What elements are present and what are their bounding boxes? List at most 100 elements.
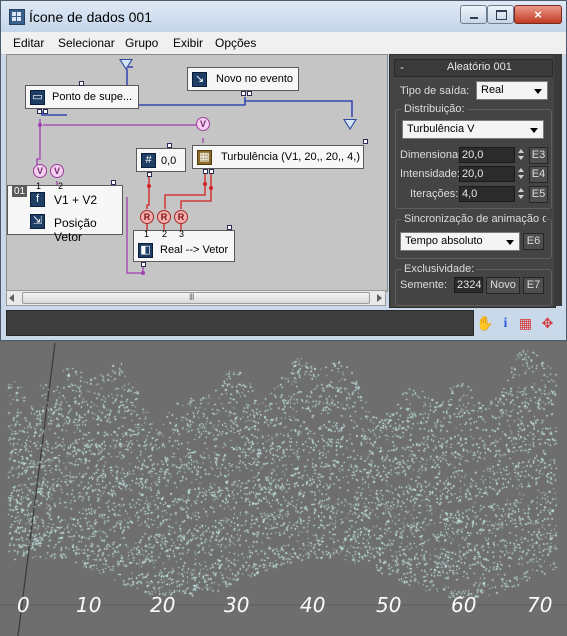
distribution-value: Turbulência V	[407, 123, 475, 135]
move-icon[interactable]: ✥	[540, 316, 555, 331]
close-button[interactable]: ×	[514, 5, 562, 24]
maximize-button[interactable]	[487, 5, 514, 24]
r-input-icon[interactable]: R	[157, 210, 171, 224]
axis-label: 70	[527, 593, 553, 617]
junction-dot	[203, 182, 207, 186]
node-turbulencia[interactable]: ▦ Turbulência (V1, 20,, 20,, 4,)	[192, 145, 364, 169]
node-v1-v2[interactable]: 01 1 2 f V1 + V2 ⇲ Posição Vetor	[7, 181, 123, 244]
node-label: Turbulência (V1, 20,, 20,, 4,)	[221, 151, 360, 163]
schematic-view[interactable]: ▭ Ponto de supe... ↘ Novo no evento V # …	[6, 54, 388, 292]
function-icon: f	[30, 192, 45, 207]
seed-input[interactable]: 2324	[454, 277, 483, 293]
v-input-icon[interactable]: V	[33, 164, 47, 178]
e4-button[interactable]: E4	[529, 166, 548, 183]
purple-wire	[43, 121, 204, 126]
junction-dot	[147, 184, 151, 188]
menu-exibir[interactable]: Exibir	[173, 36, 203, 50]
axis-label: 40	[300, 593, 326, 617]
e7-button[interactable]: E7	[523, 277, 544, 294]
menu-editar[interactable]: Editar	[13, 36, 44, 50]
seed-label: Semente:	[400, 279, 448, 291]
output-port[interactable]	[147, 172, 152, 177]
input-port[interactable]	[111, 180, 116, 185]
grid-icon[interactable]: ▦	[518, 316, 533, 331]
iterations-input[interactable]: 4,0	[459, 186, 515, 202]
horizontal-scrollbar[interactable]	[6, 290, 386, 306]
output-port[interactable]	[203, 169, 208, 174]
red-wire	[164, 169, 206, 209]
r-input-icon[interactable]: R	[140, 210, 154, 224]
status-bar	[6, 310, 474, 336]
v-input-icon[interactable]: V	[50, 164, 64, 178]
scale-spinner-icon[interactable]	[517, 147, 526, 163]
node-novo-evento[interactable]: ↘ Novo no evento	[187, 67, 299, 91]
hand-icon[interactable]: ✋	[476, 316, 493, 331]
menu-selecionar[interactable]: Selecionar	[58, 36, 115, 50]
input-port[interactable]	[79, 81, 84, 86]
collapse-icon[interactable]: -	[400, 60, 404, 74]
app-icon	[9, 9, 25, 25]
row-number: 01	[12, 186, 28, 197]
output-port[interactable]	[43, 109, 48, 114]
node-constant[interactable]: # 0,0	[136, 148, 186, 172]
e6-button[interactable]: E6	[523, 233, 544, 250]
node-label: V1 + V2	[54, 193, 98, 207]
minimize-button[interactable]	[460, 5, 487, 24]
axis-label: 30	[224, 593, 250, 617]
output-port[interactable]	[247, 91, 252, 96]
properties-panel: - Aleatório 001 Tipo de saída: Real Dist…	[389, 54, 556, 308]
scroll-thumb[interactable]	[22, 292, 370, 304]
scroll-left-icon[interactable]	[9, 294, 14, 302]
node-ponto-superficie[interactable]: ▭ Ponto de supe...	[25, 85, 139, 109]
turbulence-icon: ▦	[197, 150, 212, 165]
info-icon[interactable]: i	[498, 316, 513, 331]
blue-wire	[245, 100, 353, 117]
axis-label: 10	[76, 593, 102, 617]
axis-label: 20	[150, 593, 176, 617]
menu-opcoes[interactable]: Opções	[215, 36, 256, 50]
window-title: Ícone de dados 001	[29, 9, 152, 25]
output-port[interactable]	[141, 262, 146, 267]
r-input-icon[interactable]: R	[174, 210, 188, 224]
hash-icon: #	[141, 153, 156, 168]
panel-scrollbar[interactable]	[554, 54, 562, 306]
chevron-down-icon	[534, 89, 542, 94]
menu-grupo[interactable]: Grupo	[125, 36, 158, 50]
node-label: Posição Vetor	[54, 216, 97, 244]
new-event-icon: ↘	[192, 72, 207, 87]
input-port[interactable]	[363, 139, 368, 144]
node-real-vetor[interactable]: 1 2 3 ◧ Real --> Vetor	[133, 229, 235, 262]
iterations-label: Iterações:	[410, 188, 459, 200]
port-number: 1	[36, 181, 42, 191]
input-triangle-icon[interactable]	[343, 119, 357, 130]
iterations-spinner-icon[interactable]	[517, 186, 526, 202]
panel-title: Aleatório 001	[447, 61, 512, 73]
new-seed-button[interactable]: Novo	[486, 277, 520, 294]
output-port[interactable]	[209, 169, 214, 174]
surface-point-icon: ▭	[30, 90, 45, 105]
panel-header[interactable]: - Aleatório 001	[394, 59, 553, 77]
e3-button[interactable]: E3	[529, 147, 548, 164]
real-vector-icon: ◧	[138, 243, 153, 258]
intensity-spinner-icon[interactable]	[517, 166, 526, 182]
e5-button[interactable]: E5	[529, 186, 548, 203]
output-port[interactable]	[37, 109, 42, 114]
port-number: 2	[162, 229, 168, 239]
uniqueness-label: Exclusividade:	[402, 263, 477, 275]
v-input-icon[interactable]: V	[196, 117, 210, 131]
scroll-right-icon[interactable]	[377, 294, 382, 302]
input-port[interactable]	[227, 225, 232, 230]
input-port[interactable]	[167, 143, 172, 148]
distribution-select[interactable]: Turbulência V	[402, 120, 544, 139]
junction-dot	[38, 123, 42, 127]
position-vector-icon: ⇲	[30, 214, 45, 229]
sync-value: Tempo absoluto	[405, 235, 483, 247]
title-bar[interactable]: Ícone de dados 001 ×	[1, 1, 566, 32]
output-port[interactable]	[241, 91, 246, 96]
input-triangle-icon[interactable]	[119, 59, 133, 70]
sync-select[interactable]: Tempo absoluto	[400, 232, 520, 251]
intensity-input[interactable]: 20,0	[459, 166, 515, 182]
output-type-select[interactable]: Real	[476, 81, 548, 100]
scale-input[interactable]: 20,0	[459, 147, 515, 163]
menu-bar: Editar Selecionar Grupo Exibir Opções	[1, 32, 566, 55]
